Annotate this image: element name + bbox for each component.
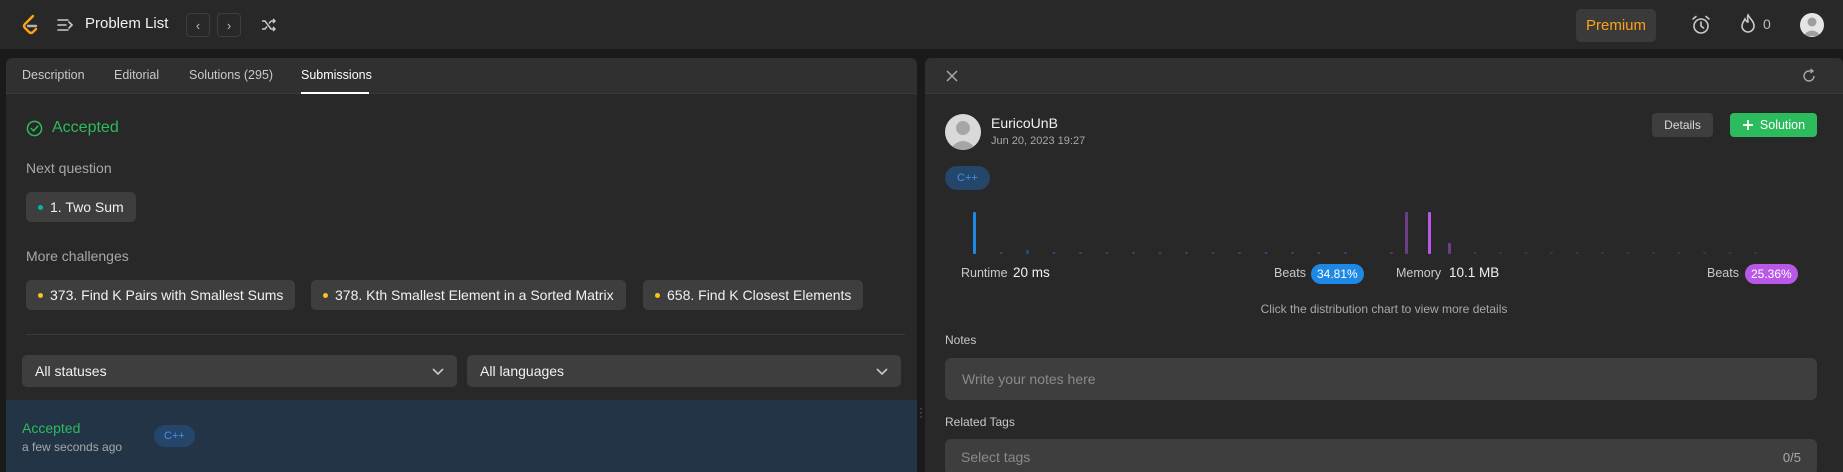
challenge-title: 373. Find K Pairs with Smallest Sums bbox=[50, 287, 284, 303]
shuffle-icon[interactable] bbox=[260, 16, 278, 34]
runtime-distribution-bar[interactable] bbox=[1211, 252, 1215, 254]
memory-distribution-bar[interactable] bbox=[1601, 252, 1604, 254]
top-bar: Problem List ‹ › Premium 0 bbox=[0, 0, 1843, 50]
runtime-beats-badge: 34.81% bbox=[1311, 264, 1364, 284]
challenge-chip[interactable]: 378. Kth Smallest Element in a Sorted Ma… bbox=[311, 280, 626, 310]
tab-description[interactable]: Description bbox=[22, 68, 85, 82]
runtime-distribution-bar[interactable] bbox=[1317, 252, 1321, 254]
avatar-silhouette-icon bbox=[1803, 17, 1821, 36]
runtime-distribution-bar[interactable] bbox=[1291, 252, 1294, 254]
memory-distribution-bar[interactable] bbox=[1428, 212, 1431, 254]
divider bbox=[26, 334, 905, 335]
submission-status: Accepted bbox=[22, 420, 81, 436]
tab-submissions[interactable]: Submissions bbox=[301, 68, 372, 82]
memory-distribution-bar[interactable] bbox=[1728, 252, 1732, 254]
notes-label: Notes bbox=[945, 333, 977, 347]
left-panel: Description Editorial Solutions (295) Su… bbox=[6, 58, 917, 472]
submission-row[interactable]: Accepted a few seconds ago C++ bbox=[6, 400, 917, 472]
leetcode-logo-icon[interactable] bbox=[20, 14, 42, 36]
accepted-label: Accepted bbox=[52, 119, 119, 136]
challenge-title: 658. Find K Closest Elements bbox=[667, 287, 852, 303]
memory-beats-badge: 25.36% bbox=[1745, 264, 1798, 284]
status-filter-value: All statuses bbox=[35, 363, 107, 379]
memory-distribution-bar[interactable] bbox=[1405, 212, 1408, 254]
tags-placeholder: Select tags bbox=[961, 449, 1031, 465]
challenge-title: 378. Kth Smallest Element in a Sorted Ma… bbox=[335, 287, 614, 303]
memory-distribution-bar[interactable] bbox=[1575, 252, 1579, 254]
active-tab-indicator bbox=[301, 92, 369, 94]
runtime-distribution-bar[interactable] bbox=[1344, 252, 1347, 254]
medium-dot-icon bbox=[323, 292, 328, 298]
tab-bar: Description Editorial Solutions (295) Su… bbox=[6, 58, 917, 94]
related-tags-label: Related Tags bbox=[945, 415, 1015, 429]
memory-distribution-bar[interactable] bbox=[1677, 252, 1681, 254]
memory-distribution-bar[interactable] bbox=[1390, 252, 1393, 254]
next-question-title: 1. Two Sum bbox=[50, 199, 124, 215]
chevron-down-icon bbox=[432, 368, 444, 376]
language-filter-value: All languages bbox=[480, 363, 565, 379]
runtime-label: Runtime bbox=[961, 266, 1008, 280]
runtime-distribution-bar[interactable] bbox=[1238, 252, 1241, 254]
memory-distribution-bar[interactable] bbox=[1550, 252, 1553, 254]
panel-resize-handle[interactable]: · · · bbox=[919, 402, 923, 422]
memory-distribution-bar[interactable] bbox=[1524, 252, 1528, 254]
accepted-status: Accepted bbox=[26, 119, 119, 137]
easy-dot-icon bbox=[38, 204, 43, 210]
memory-distribution-bar[interactable] bbox=[1652, 252, 1655, 254]
runtime-distribution-bar[interactable] bbox=[1026, 250, 1029, 254]
chevron-down-icon bbox=[876, 368, 888, 376]
runtime-value: 20 ms bbox=[1013, 265, 1050, 280]
challenge-chip[interactable]: 658. Find K Closest Elements bbox=[643, 280, 864, 310]
problem-list-icon[interactable] bbox=[56, 16, 74, 34]
streak-fire-icon[interactable] bbox=[1738, 13, 1758, 35]
tab-solutions[interactable]: Solutions (295) bbox=[189, 68, 273, 82]
chart-hint: Click the distribution chart to view mor… bbox=[1260, 302, 1508, 316]
submission-detail-panel: EuricoUnB Jun 20, 2023 19:27 Details Sol… bbox=[925, 58, 1843, 472]
alarm-clock-icon[interactable] bbox=[1690, 14, 1712, 36]
next-question-chip[interactable]: 1. Two Sum bbox=[26, 192, 136, 222]
runtime-distribution-bar[interactable] bbox=[973, 212, 976, 254]
tab-editorial[interactable]: Editorial bbox=[114, 68, 159, 82]
memory-value: 10.1 MB bbox=[1449, 265, 1500, 280]
medium-dot-icon bbox=[38, 292, 43, 298]
memory-distribution-bar[interactable] bbox=[1499, 252, 1502, 254]
check-circle-icon bbox=[26, 120, 43, 136]
runtime-distribution-bar[interactable] bbox=[1132, 252, 1135, 254]
language-filter-select[interactable]: All languages bbox=[467, 355, 901, 387]
memory-distribution-bar[interactable] bbox=[1473, 252, 1477, 254]
runtime-distribution-bar[interactable] bbox=[1105, 252, 1109, 254]
problem-list-title[interactable]: Problem List bbox=[85, 15, 168, 32]
memory-beats-label: Beats bbox=[1707, 266, 1739, 280]
streak-count: 0 bbox=[1763, 16, 1771, 32]
runtime-distribution-bar[interactable] bbox=[1264, 252, 1268, 254]
runtime-distribution-bar[interactable] bbox=[1185, 252, 1188, 254]
challenge-chip[interactable]: 373. Find K Pairs with Smallest Sums bbox=[26, 280, 296, 310]
tags-select[interactable]: Select tags 0/5 bbox=[945, 439, 1817, 472]
language-badge: C++ bbox=[154, 425, 195, 447]
runtime-beats-label: Beats bbox=[1274, 266, 1306, 280]
status-filter-select[interactable]: All statuses bbox=[22, 355, 457, 387]
chevron-left-icon: ‹ bbox=[195, 17, 201, 33]
user-avatar[interactable] bbox=[1800, 13, 1824, 37]
memory-distribution-bar[interactable] bbox=[1703, 252, 1706, 254]
submission-time: a few seconds ago bbox=[22, 440, 123, 454]
runtime-distribution-bar[interactable] bbox=[1079, 252, 1082, 254]
medium-dot-icon bbox=[655, 292, 660, 298]
tags-count: 0/5 bbox=[1782, 450, 1801, 465]
next-question-button[interactable]: › bbox=[217, 13, 241, 37]
more-challenges-label: More challenges bbox=[26, 248, 129, 264]
memory-label: Memory bbox=[1396, 266, 1442, 280]
next-question-label: Next question bbox=[26, 160, 112, 176]
runtime-distribution-bar[interactable] bbox=[1052, 252, 1056, 254]
runtime-distribution-bar[interactable] bbox=[999, 252, 1003, 254]
memory-distribution-bar[interactable] bbox=[1626, 252, 1630, 254]
memory-distribution-bar[interactable] bbox=[1754, 252, 1757, 254]
prev-question-button[interactable]: ‹ bbox=[186, 13, 210, 37]
notes-input[interactable] bbox=[945, 358, 1817, 400]
memory-distribution-bar[interactable] bbox=[1448, 243, 1451, 254]
chevron-right-icon: › bbox=[226, 17, 232, 33]
runtime-distribution-bar[interactable] bbox=[1158, 252, 1162, 254]
premium-button[interactable]: Premium bbox=[1576, 9, 1656, 42]
